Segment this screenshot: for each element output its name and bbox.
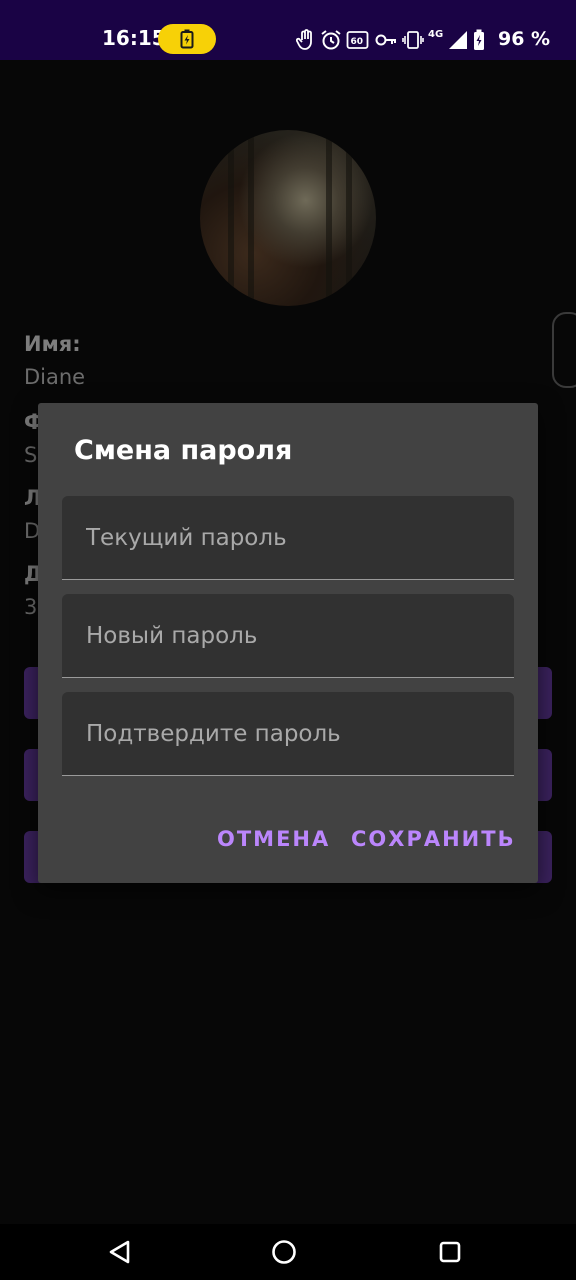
confirm-password-field <box>62 692 514 776</box>
refresh-60-icon: 60 <box>346 31 369 49</box>
name-value: Diane <box>24 365 86 389</box>
change-password-dialog: Смена пароля ОТМЕНА СОХРАНИТЬ <box>38 403 538 883</box>
surname-value: S <box>24 443 38 467</box>
screen: 16:15 60 4G 96 % Имя: Diane Ф S Л D Д 3 … <box>0 0 576 1280</box>
svg-text:60: 60 <box>351 37 364 47</box>
network-type: 4G <box>428 28 444 40</box>
dialog-title: Смена пароля <box>74 435 293 466</box>
current-password-input[interactable] <box>62 496 514 579</box>
name-label: Имя: <box>24 332 81 356</box>
status-time: 16:15 <box>102 26 166 50</box>
current-password-field <box>62 496 514 580</box>
status-icons: 60 4G <box>296 28 485 52</box>
vibrate-icon <box>402 31 424 49</box>
date-value: 3 <box>24 595 38 619</box>
recents-icon[interactable] <box>436 1238 464 1266</box>
new-password-field <box>62 594 514 678</box>
status-bar: 16:15 60 4G 96 % <box>0 0 576 60</box>
battery-icon <box>474 29 485 50</box>
navigation-bar <box>0 1224 576 1280</box>
hand-icon <box>296 29 312 50</box>
battery-percent: 96 % <box>498 28 551 50</box>
back-icon[interactable] <box>106 1238 134 1266</box>
home-icon[interactable] <box>270 1238 298 1266</box>
key-icon <box>375 34 396 46</box>
new-password-input[interactable] <box>62 594 514 677</box>
battery-charging-icon <box>158 24 216 54</box>
side-drawer-handle[interactable] <box>552 312 576 388</box>
signal-icon <box>449 31 468 49</box>
confirm-password-input[interactable] <box>62 692 514 775</box>
cancel-button[interactable]: ОТМЕНА <box>217 827 330 851</box>
avatar[interactable] <box>200 130 376 306</box>
save-button[interactable]: СОХРАНИТЬ <box>351 827 516 851</box>
alarm-icon <box>321 30 341 50</box>
